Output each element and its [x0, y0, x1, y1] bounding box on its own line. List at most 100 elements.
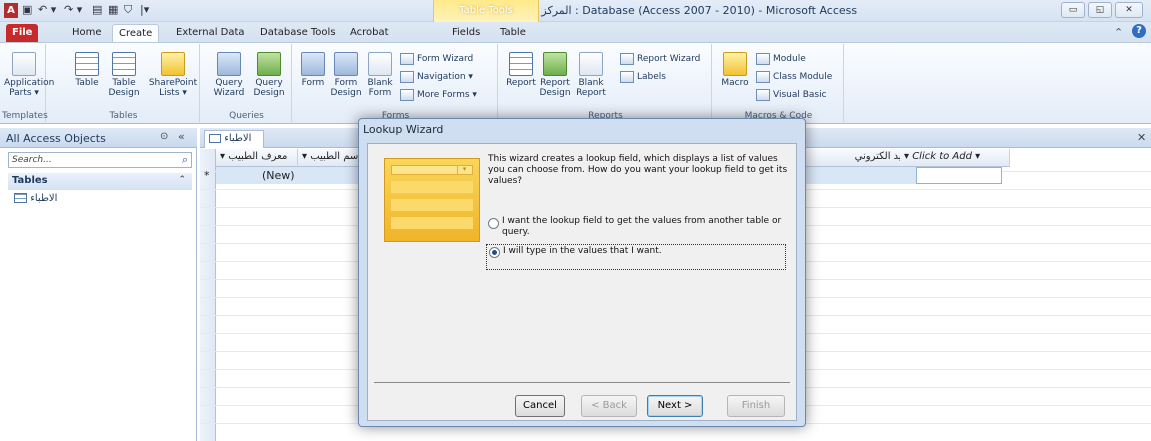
class-module-label: Class Module: [773, 72, 833, 82]
undo-icon[interactable]: ↶ ▾: [38, 3, 56, 18]
sharepoint-lists-button[interactable]: SharePoint Lists ▾: [148, 52, 198, 98]
column-header-label: Click to Add: [912, 151, 972, 162]
sharepoint-lists-label: SharePoint Lists ▾: [148, 78, 198, 98]
form-label: Form: [301, 78, 325, 88]
minimize-ribbon-icon[interactable]: ⌃: [1114, 26, 1123, 39]
dialog-title: Lookup Wizard: [363, 123, 444, 136]
form-design-label: Form Design: [330, 78, 362, 98]
navigation-pane-header[interactable]: All Access Objects ⊙ «: [0, 128, 197, 148]
document-tab-doctors[interactable]: الاطباء: [204, 130, 264, 148]
more-forms-label: More Forms ▾: [417, 90, 477, 100]
wizard-illustration-icon: ▾: [384, 158, 480, 242]
application-parts-button[interactable]: Application Parts ▾: [4, 52, 54, 98]
option-type-values-radio[interactable]: [489, 247, 500, 258]
lookup-wizard-dialog: Lookup Wizard ▾ This wizard creates a lo…: [358, 118, 806, 427]
tab-table[interactable]: Table: [494, 24, 532, 42]
report-wizard-button[interactable]: Report Wizard: [620, 52, 700, 66]
option-from-table-radio[interactable]: [488, 218, 499, 229]
report-design-label: Report Design: [539, 78, 571, 98]
form-icon: [301, 52, 325, 76]
report-wizard-label: Report Wizard: [637, 54, 701, 64]
context-group-label: Table Tools: [459, 5, 513, 16]
save-icon[interactable]: ▣: [22, 3, 32, 18]
table-button[interactable]: Table: [74, 52, 100, 88]
query-design-button[interactable]: Query Design: [250, 52, 288, 98]
form-design-icon: [334, 52, 358, 76]
class-module-button[interactable]: Class Module: [756, 70, 832, 84]
module-button[interactable]: Module: [756, 52, 806, 66]
tab-home[interactable]: Home: [66, 24, 108, 42]
column-header-label: معرف الطبيب: [228, 151, 288, 162]
access-logo-icon[interactable]: A: [4, 3, 18, 18]
column-header-email[interactable]: بريد الكتروني: [805, 149, 915, 167]
tab-fields[interactable]: Fields: [446, 24, 486, 42]
nav-item-doctors-table[interactable]: الاطباء: [14, 193, 57, 204]
report-design-icon: [543, 52, 567, 76]
blank-form-button[interactable]: Blank Form: [364, 52, 396, 98]
nav-group-tables[interactable]: Tables ⌃: [8, 173, 192, 190]
tab-database-tools[interactable]: Database Tools: [254, 24, 342, 42]
cancel-button[interactable]: Cancel: [515, 395, 565, 417]
query-wizard-button[interactable]: Query Wizard: [210, 52, 248, 98]
labels-label: Labels: [637, 72, 666, 82]
visual-basic-icon: [756, 88, 770, 101]
filter-icon[interactable]: ⛉: [124, 3, 132, 18]
nav-menu-dropdown-icon[interactable]: ⊙: [160, 131, 168, 142]
column-header-click-to-add[interactable]: ▾ Click to Add ▾: [900, 149, 1010, 167]
table-design-button[interactable]: Table Design: [106, 52, 142, 98]
macros-group: Macro Module Class Module Visual Basic M…: [714, 44, 844, 122]
collapse-group-icon[interactable]: ⌃: [178, 175, 186, 185]
click-to-add-cell[interactable]: [916, 167, 1002, 184]
form-design-button[interactable]: Form Design: [330, 52, 362, 98]
application-parts-icon: [12, 52, 36, 76]
document-tab-label: الاطباء: [224, 133, 252, 144]
table-design-icon: [112, 52, 136, 76]
customize-toolbar-icon[interactable]: |▾: [140, 3, 149, 18]
visual-basic-button[interactable]: Visual Basic: [756, 88, 827, 102]
table-icon: [209, 133, 221, 143]
maximize-button[interactable]: ◱: [1088, 2, 1112, 18]
queries-group-label: Queries: [229, 111, 264, 121]
navigation-button[interactable]: Navigation ▾: [400, 70, 473, 84]
labels-button[interactable]: Labels: [620, 70, 666, 84]
minimize-button[interactable]: ▭: [1061, 2, 1085, 18]
finish-button[interactable]: Finish: [727, 395, 785, 417]
dialog-separator: [374, 382, 790, 383]
blank-report-button[interactable]: Blank Report: [574, 52, 608, 98]
column-header-label: اسم الطبيب: [310, 151, 362, 162]
report-button[interactable]: Report: [506, 52, 536, 88]
templates-group-label: Templates: [2, 111, 48, 121]
new-record-label: (New): [262, 169, 295, 182]
redo-icon[interactable]: ↷ ▾: [64, 3, 82, 18]
column-header-doctor-id[interactable]: ▾ معرف الطبيب: [216, 149, 298, 167]
search-icon[interactable]: ⌕: [182, 153, 188, 167]
close-window-button[interactable]: ✕: [1115, 2, 1143, 18]
close-document-icon[interactable]: ✕: [1137, 131, 1146, 144]
report-design-button[interactable]: Report Design: [538, 52, 572, 98]
view-icon[interactable]: ▤: [92, 3, 102, 18]
back-button[interactable]: < Back: [581, 395, 637, 417]
option-type-values[interactable]: I will type in the values that I want.: [486, 244, 786, 270]
tab-file[interactable]: File: [6, 24, 39, 42]
tab-create[interactable]: Create: [112, 24, 160, 42]
more-forms-button[interactable]: More Forms ▾: [400, 88, 477, 102]
templates-group: Application Parts ▾ Templates: [2, 44, 54, 122]
blank-report-icon: [579, 52, 603, 76]
tab-acrobat[interactable]: Acrobat: [344, 24, 395, 42]
tab-external-data[interactable]: External Data: [170, 24, 251, 42]
navigation-label: Navigation ▾: [417, 72, 473, 82]
form-button[interactable]: Form: [298, 52, 328, 88]
form-wizard-icon: [400, 52, 414, 65]
macro-button[interactable]: Macro: [718, 52, 752, 88]
new-record-marker-icon: *: [204, 169, 210, 182]
option-from-table-query[interactable]: I want the lookup field to get the value…: [488, 216, 786, 242]
table-tools-icon[interactable]: ▦: [108, 3, 118, 18]
title-bar: A ▣ ↶ ▾ ↷ ▾ ▤ ▦ ⛉ |▾ المركز الطبي : Data…: [0, 0, 1151, 22]
next-button[interactable]: Next >: [647, 395, 703, 417]
help-icon[interactable]: ?: [1132, 24, 1146, 38]
forms-group: Form Form Design Blank Form Form Wizard …: [294, 44, 498, 122]
table-icon: [75, 52, 99, 76]
nav-search-input[interactable]: Search... ⌕: [8, 152, 192, 168]
form-wizard-button[interactable]: Form Wizard: [400, 52, 473, 66]
shutter-bar-close-icon[interactable]: «: [178, 130, 185, 143]
